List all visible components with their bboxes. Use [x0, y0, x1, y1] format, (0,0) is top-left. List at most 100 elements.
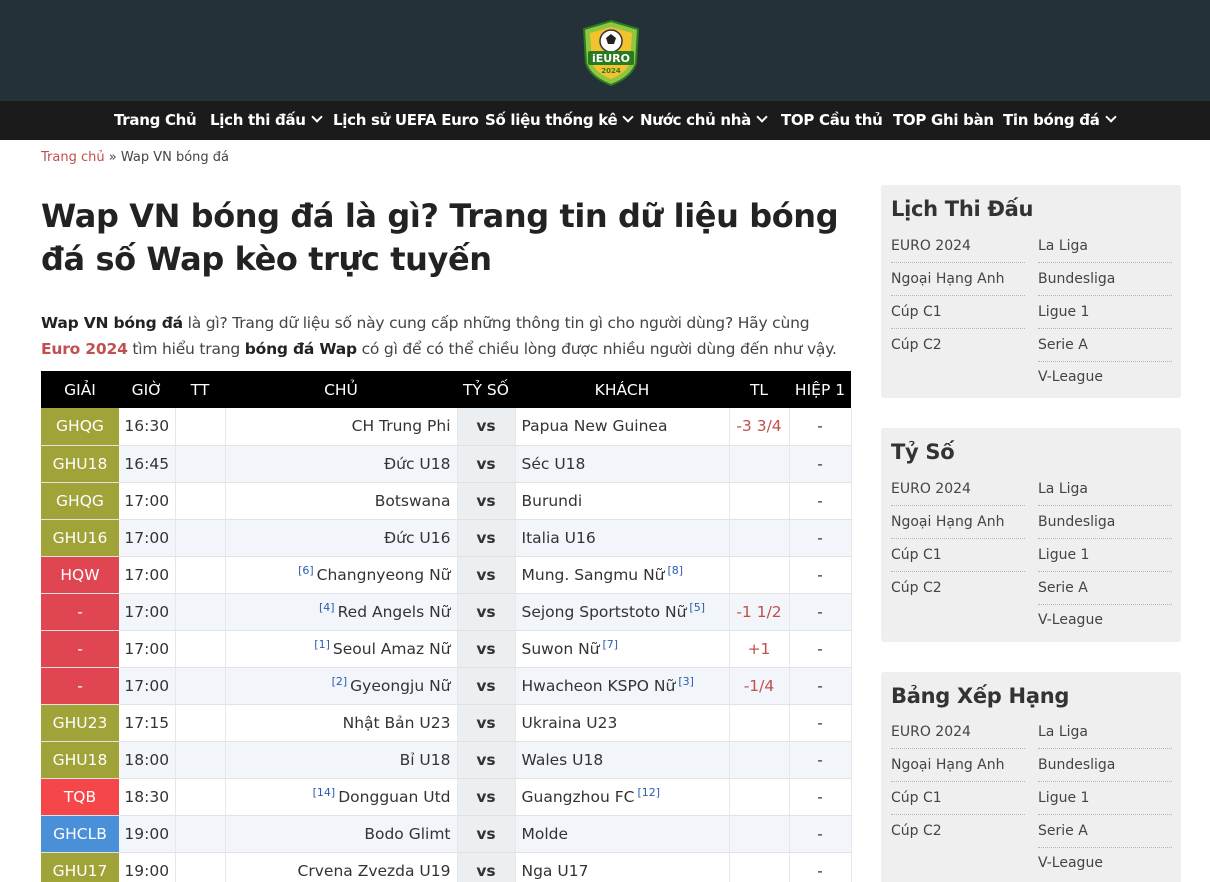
match-score[interactable]: vs: [457, 704, 516, 742]
nav-item-host-country[interactable]: Nước chủ nhà: [640, 101, 768, 140]
widget-link[interactable]: Cúp C2: [891, 572, 1025, 605]
widget-link[interactable]: Bundesliga: [1038, 749, 1172, 782]
home-team[interactable]: [14] Dongguan Utd: [225, 778, 458, 816]
away-team[interactable]: Wales U18: [515, 741, 730, 779]
nav-item-schedule[interactable]: Lịch thi đấu: [210, 101, 323, 140]
away-team[interactable]: Séc U18: [515, 445, 730, 483]
match-score[interactable]: vs: [457, 519, 516, 557]
league-badge[interactable]: GHQG: [41, 408, 119, 446]
home-team[interactable]: Đức U16: [225, 519, 458, 557]
table-row[interactable]: -17:00 [2] Gyeongju Nữ vs Hwacheon KSPO Nữ [3…: [41, 667, 852, 705]
match-score[interactable]: vs: [457, 408, 516, 446]
away-team[interactable]: Suwon Nữ [7]: [515, 630, 730, 668]
home-team[interactable]: [1] Seoul Amaz Nữ: [225, 630, 458, 668]
home-team[interactable]: Crvena Zvezda U19: [225, 852, 458, 882]
table-row[interactable]: HQW 17:00 [6] Changnyeong Nữ vs Mung. Sangmu …: [41, 556, 852, 594]
widget-link[interactable]: Serie A: [1038, 815, 1172, 848]
away-team[interactable]: Mung. Sangmu Nữ [8]: [515, 556, 730, 594]
nav-item-football-news[interactable]: Tin bóng đá: [1003, 101, 1117, 140]
home-team[interactable]: Bodo Glimt: [225, 815, 458, 853]
home-team[interactable]: Đức U18: [225, 445, 458, 483]
match-score[interactable]: vs: [457, 593, 516, 631]
league-badge[interactable]: GHCLB: [41, 815, 119, 853]
euro-logo-icon[interactable]: iEURO 2024: [576, 19, 646, 87]
match-score[interactable]: vs: [457, 741, 516, 779]
widget-link[interactable]: Ngoại Hạng Anh: [891, 749, 1025, 782]
match-score[interactable]: vs: [457, 482, 516, 520]
league-badge[interactable]: GHU18: [41, 445, 119, 483]
widget-link[interactable]: Serie A: [1038, 329, 1172, 362]
league-badge[interactable]: GHU17: [41, 852, 119, 882]
table-row[interactable]: GHU18 18:00 Bỉ U18 vs Wales U18 -: [41, 741, 852, 779]
away-team[interactable]: Ukraina U23: [515, 704, 730, 742]
home-team[interactable]: Nhật Bản U23: [225, 704, 458, 742]
intro-euro-link[interactable]: Euro 2024: [41, 340, 128, 358]
away-team[interactable]: Sejong Sportstoto Nữ [5]: [515, 593, 730, 631]
widget-link[interactable]: Cúp C1: [891, 296, 1025, 329]
match-score[interactable]: vs: [457, 852, 516, 882]
table-row[interactable]: TQB 18:30 [14] Dongguan Utd vs Guangzhou FC [1…: [41, 778, 852, 816]
table-row[interactable]: GHU17 19:00 Crvena Zvezda U19 vs Nga U17 -: [41, 852, 852, 882]
table-row[interactable]: GHCLB 19:00 Bodo Glimt vs Molde -: [41, 815, 852, 853]
widget-link[interactable]: La Liga: [1038, 716, 1172, 749]
widget-link[interactable]: La Liga: [1038, 230, 1172, 263]
widget-link[interactable]: Ngoại Hạng Anh: [891, 263, 1025, 296]
widget-link[interactable]: Cúp C2: [891, 815, 1025, 848]
home-team[interactable]: Bỉ U18: [225, 741, 458, 779]
table-row[interactable]: GHU18 16:45 Đức U18 vs Séc U18 -: [41, 445, 852, 483]
league-badge[interactable]: GHU23: [41, 704, 119, 742]
match-score[interactable]: vs: [457, 815, 516, 853]
nav-item-top-scorers[interactable]: TOP Ghi bàn: [893, 101, 994, 140]
away-team[interactable]: Nga U17: [515, 852, 730, 882]
widget-link[interactable]: Ngoại Hạng Anh: [891, 506, 1025, 539]
widget-link[interactable]: Cúp C1: [891, 539, 1025, 572]
breadcrumb-home-link[interactable]: Trang chủ: [41, 150, 105, 165]
table-row[interactable]: -17:00 [1] Seoul Amaz Nữ vs Suwon Nữ [7] +1-: [41, 630, 852, 668]
widget-link[interactable]: EURO 2024: [891, 230, 1025, 263]
widget-link[interactable]: V-League: [1038, 847, 1172, 880]
widget-link[interactable]: Ligue 1: [1038, 296, 1172, 329]
league-badge[interactable]: -: [41, 593, 119, 631]
match-score[interactable]: vs: [457, 556, 516, 594]
league-badge[interactable]: GHQG: [41, 482, 119, 520]
home-team[interactable]: [2] Gyeongju Nữ: [225, 667, 458, 705]
league-badge[interactable]: HQW: [41, 556, 119, 594]
match-score[interactable]: vs: [457, 667, 516, 705]
widget-link[interactable]: EURO 2024: [891, 716, 1025, 749]
table-row[interactable]: -17:00 [4] Red Angels Nữ vs Sejong Sportstot…: [41, 593, 852, 631]
away-team[interactable]: Hwacheon KSPO Nữ [3]: [515, 667, 730, 705]
widget-link[interactable]: Cúp C1: [891, 782, 1025, 815]
widget-link[interactable]: Bundesliga: [1038, 263, 1172, 296]
widget-link[interactable]: EURO 2024: [891, 473, 1025, 506]
league-badge[interactable]: -: [41, 667, 119, 705]
widget-link[interactable]: V-League: [1038, 361, 1172, 394]
league-badge[interactable]: GHU18: [41, 741, 119, 779]
widget-link[interactable]: Ligue 1: [1038, 782, 1172, 815]
nav-item-home[interactable]: Trang Chủ: [114, 101, 197, 140]
nav-item-top-players[interactable]: TOP Cầu thủ: [781, 101, 883, 140]
away-team[interactable]: Guangzhou FC [12]: [515, 778, 730, 816]
table-row[interactable]: GHQG 17:00 Botswana vs Burundi -: [41, 482, 852, 520]
home-team[interactable]: Botswana: [225, 482, 458, 520]
away-team[interactable]: Italia U16: [515, 519, 730, 557]
league-badge[interactable]: -: [41, 630, 119, 668]
away-team[interactable]: Burundi: [515, 482, 730, 520]
nav-item-euro-history[interactable]: Lịch sử UEFA Euro: [333, 101, 479, 140]
nav-item-statistics[interactable]: Số liệu thống kê: [485, 101, 635, 140]
table-row[interactable]: GHU23 17:15 Nhật Bản U23 vs Ukraina U23 -: [41, 704, 852, 742]
match-score[interactable]: vs: [457, 630, 516, 668]
widget-link[interactable]: Bundesliga: [1038, 506, 1172, 539]
home-team[interactable]: [4] Red Angels Nữ: [225, 593, 458, 631]
match-score[interactable]: vs: [457, 778, 516, 816]
widget-link[interactable]: V-League: [1038, 604, 1172, 637]
table-row[interactable]: GHQG 16:30 CH Trung Phi vs Papua New Guinea -…: [41, 408, 852, 446]
widget-link[interactable]: La Liga: [1038, 473, 1172, 506]
home-team[interactable]: [6] Changnyeong Nữ: [225, 556, 458, 594]
away-team[interactable]: Papua New Guinea: [515, 408, 730, 446]
widget-link[interactable]: Ligue 1: [1038, 539, 1172, 572]
home-team[interactable]: CH Trung Phi: [225, 408, 458, 446]
match-score[interactable]: vs: [457, 445, 516, 483]
league-badge[interactable]: TQB: [41, 778, 119, 816]
table-row[interactable]: GHU16 17:00 Đức U16 vs Italia U16 -: [41, 519, 852, 557]
league-badge[interactable]: GHU16: [41, 519, 119, 557]
